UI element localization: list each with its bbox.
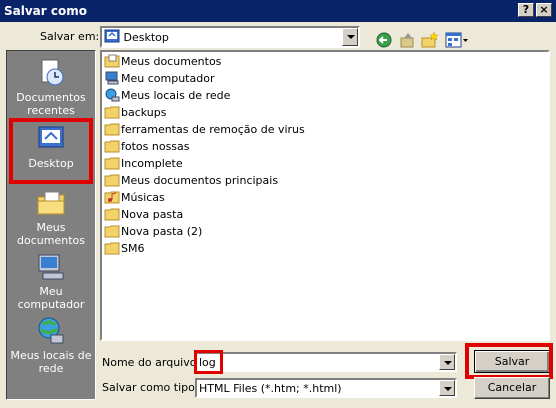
- filetype-dropdown-arrow[interactable]: [439, 380, 455, 396]
- file-name: Músicas: [121, 191, 165, 204]
- file-list[interactable]: Meus documentos Meu computador Meus loca…: [100, 50, 550, 341]
- cancel-button[interactable]: Cancelar: [474, 377, 550, 399]
- my-computer-icon: [38, 254, 64, 280]
- place-my-documents[interactable]: Meus documentos: [7, 187, 95, 247]
- list-item[interactable]: backups: [104, 105, 167, 121]
- list-item[interactable]: Nova pasta (2): [104, 224, 202, 240]
- my-documents-icon: [104, 54, 120, 68]
- desktop-icon: [104, 29, 120, 43]
- folder-icon: [104, 225, 120, 238]
- file-name: Nova pasta (2): [121, 225, 203, 238]
- window-title: Salvar como: [4, 4, 87, 18]
- place-label: Documentos recentes: [16, 91, 86, 117]
- save-as-dialog: Salvar como ? × Salvar em: Desktop Docum…: [0, 0, 556, 408]
- savein-label: Salvar em:: [40, 30, 100, 43]
- savein-value: Desktop: [123, 31, 169, 44]
- list-item[interactable]: Músicas: [104, 190, 165, 206]
- title-bar[interactable]: Salvar como ? ×: [0, 0, 556, 22]
- filename-combo[interactable]: log: [195, 352, 457, 372]
- filename-label: Nome do arquivo:: [102, 356, 201, 369]
- place-network-places[interactable]: Meus locais de rede: [7, 315, 95, 375]
- recent-documents-icon: [41, 59, 64, 86]
- file-name: Meus locais de rede: [121, 89, 231, 102]
- file-name: Incomplete: [121, 157, 183, 170]
- place-label: Meus documentos: [17, 221, 85, 247]
- save-highlight-box: [465, 343, 553, 379]
- folder-icon: [104, 123, 120, 136]
- close-button[interactable]: ×: [536, 3, 552, 17]
- view-menu-icon[interactable]: [444, 30, 470, 50]
- my-documents-icon: [37, 191, 65, 215]
- place-my-computer[interactable]: Meu computador: [7, 251, 95, 311]
- file-name: ferramentas de remoção de virus: [121, 123, 305, 136]
- filename-highlight-box: [194, 350, 223, 374]
- help-button[interactable]: ?: [518, 3, 534, 17]
- place-label: Meus locais de rede: [10, 349, 92, 375]
- desktop-highlight-box: [9, 118, 93, 184]
- list-item[interactable]: Incomplete: [104, 156, 183, 172]
- folder-icon: [104, 174, 120, 187]
- music-folder-icon: [104, 191, 120, 204]
- file-name: backups: [121, 106, 167, 119]
- list-item[interactable]: Meus locais de rede: [104, 88, 230, 104]
- filetype-label: Salvar como tipo:: [102, 381, 199, 394]
- savein-combo[interactable]: Desktop: [100, 26, 360, 48]
- folder-icon: [104, 242, 120, 255]
- list-item[interactable]: ferramentas de remoção de virus: [104, 122, 305, 138]
- filetype-value: HTML Files (*.htm; *.html): [199, 382, 342, 395]
- list-item[interactable]: Nova pasta: [104, 207, 183, 223]
- place-recent-documents[interactable]: Documentos recentes: [7, 57, 95, 117]
- place-label: Meu computador: [17, 285, 85, 311]
- my-computer-icon: [105, 71, 119, 85]
- folder-icon: [104, 208, 120, 221]
- list-item[interactable]: Meu computador: [104, 71, 214, 87]
- file-name: Nova pasta: [121, 208, 184, 221]
- places-bar: Documentos recentes Desktop Meus documen…: [6, 50, 96, 400]
- list-item[interactable]: fotos nossas: [104, 139, 190, 155]
- network-places-icon: [105, 88, 120, 102]
- file-name: fotos nossas: [121, 140, 190, 153]
- file-name: Meu computador: [121, 72, 215, 85]
- list-item[interactable]: SM6: [104, 241, 144, 257]
- filename-dropdown-arrow[interactable]: [439, 354, 455, 370]
- network-places-icon: [38, 317, 64, 344]
- folder-icon: [104, 140, 120, 153]
- new-folder-icon[interactable]: [420, 30, 440, 50]
- list-item[interactable]: Meus documentos principais: [104, 173, 278, 189]
- filetype-combo[interactable]: HTML Files (*.htm; *.html): [195, 378, 457, 398]
- savein-dropdown-arrow[interactable]: [342, 28, 358, 46]
- folder-icon: [104, 106, 120, 119]
- up-folder-icon[interactable]: [398, 30, 418, 50]
- file-name: Meus documentos principais: [121, 174, 279, 187]
- file-name: Meus documentos: [121, 55, 222, 68]
- folder-icon: [104, 157, 120, 170]
- list-item[interactable]: Meus documentos: [104, 54, 221, 70]
- back-icon[interactable]: [374, 30, 394, 50]
- file-name: SM6: [121, 242, 145, 255]
